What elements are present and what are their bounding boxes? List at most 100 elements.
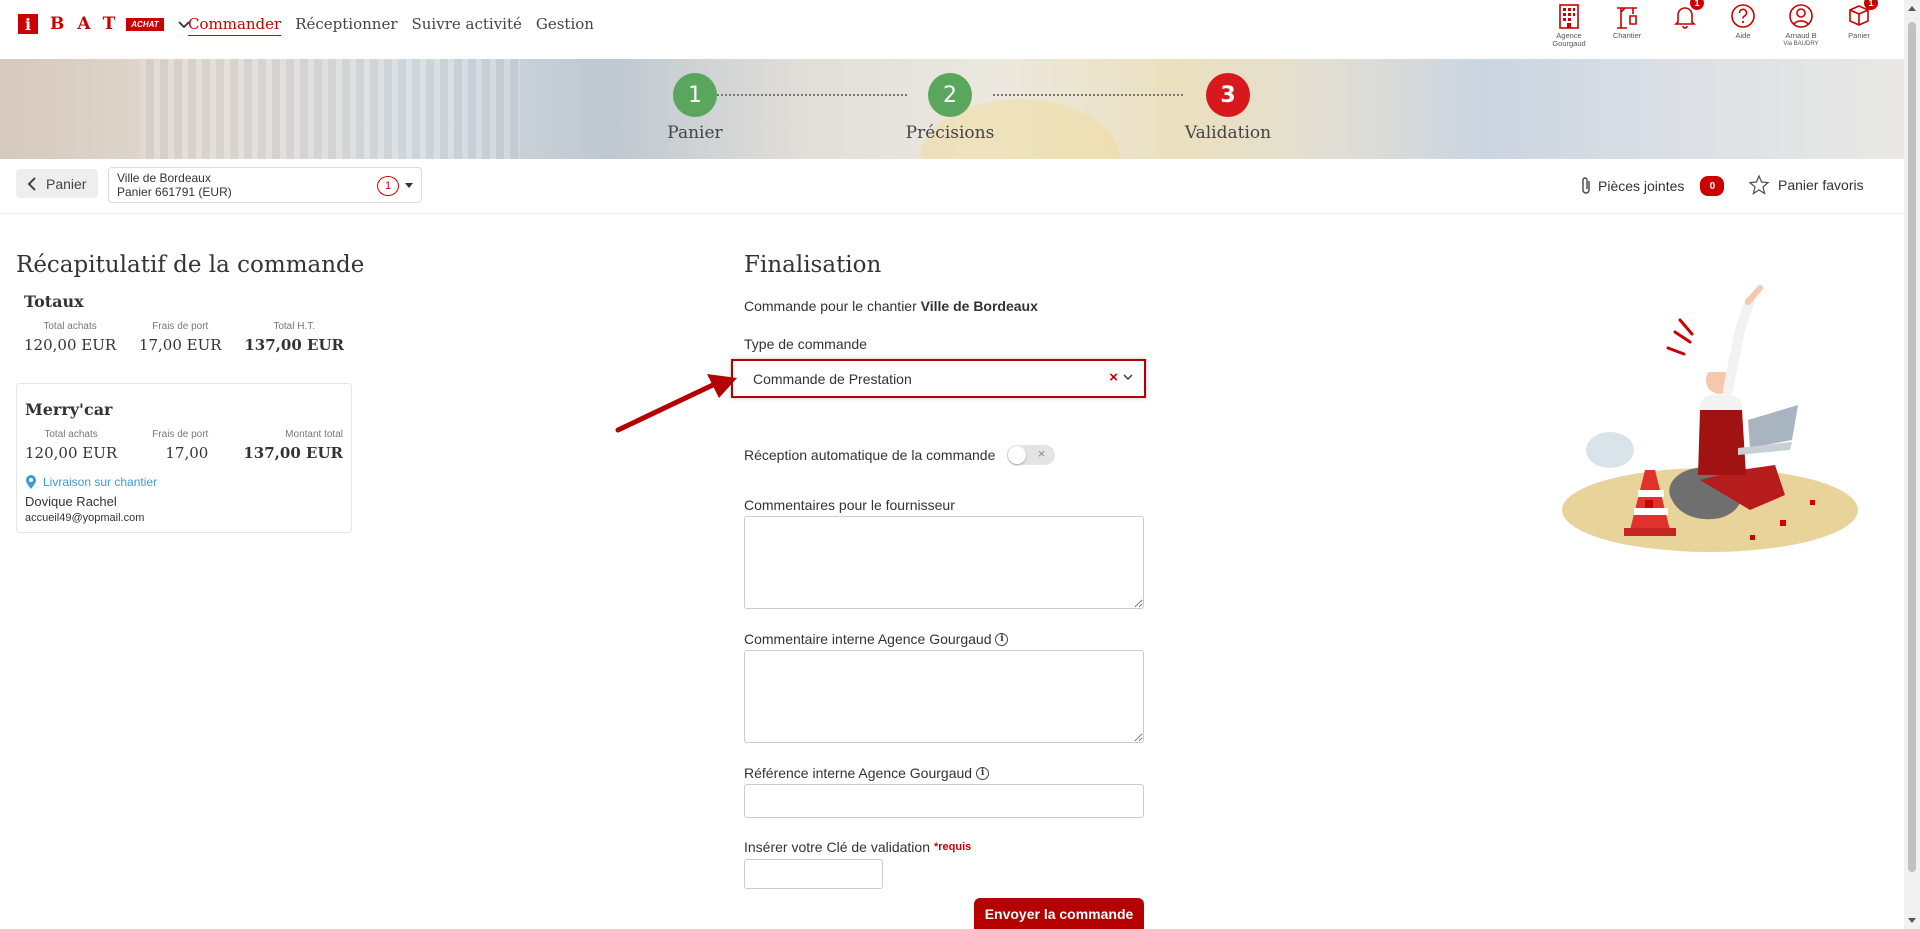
site-line: Commande pour le chantier Ville de Borde… xyxy=(744,298,1144,314)
col-value: 120,00 EUR xyxy=(25,444,118,462)
col-value: 17,00 EUR xyxy=(138,336,222,354)
step-number: 2 xyxy=(928,73,972,117)
step-label: Précisions xyxy=(905,123,995,143)
supplier-comments-textarea[interactable] xyxy=(744,516,1144,609)
user-sublabel: Via BAUDRY xyxy=(1783,41,1819,47)
col-header: Frais de port xyxy=(152,429,209,440)
totals-row: Total achats 120,00 EUR Frais de port 17,0… xyxy=(16,321,352,354)
cart-label: Panier xyxy=(1848,31,1870,40)
main-nav: Commander Réceptionner Suivre activité G… xyxy=(188,15,594,36)
validation-key-input[interactable] xyxy=(744,859,883,889)
supplier-comments-text: Commentaires pour le fournisseur xyxy=(744,497,955,513)
col-value: 120,00 EUR xyxy=(24,336,117,354)
delivery-mode: Livraison sur chantier xyxy=(25,474,351,490)
toggle-off-icon: × xyxy=(1037,446,1046,461)
supplier-name: Merry'car xyxy=(25,400,113,419)
nav-item-commander[interactable]: Commander xyxy=(188,15,282,36)
favorite-cart-button[interactable]: Panier favoris xyxy=(1748,174,1864,196)
order-type-value: Commande de Prestation xyxy=(753,371,912,387)
totals-section: Totaux Total achats 120,00 EUR Frais de p… xyxy=(16,292,352,354)
total-purchases: Total achats 120,00 EUR xyxy=(24,321,116,354)
info-icon[interactable]: i xyxy=(995,632,1009,646)
col-header: Total achats xyxy=(44,429,98,440)
cart-site: Ville de Bordeaux xyxy=(117,171,211,185)
step-connector xyxy=(993,94,1183,96)
scrollbar-thumb[interactable] xyxy=(1908,22,1916,872)
worker-illustration xyxy=(1562,285,1858,552)
internal-comment-text: Commentaire interne Agence Gourgaud xyxy=(744,631,992,647)
finalisation-header: Finalisation Commande pour le chantier V… xyxy=(744,252,1144,314)
supplier-purchases: Total achats 120,00 EUR xyxy=(25,429,117,462)
cart-selector[interactable]: Ville de Bordeaux Panier 661791 (EUR) 1 xyxy=(108,167,422,203)
supplier-shipping: Frais de port 17,00 xyxy=(152,429,208,462)
nav-item-receptionner[interactable]: Réceptionner xyxy=(295,15,397,36)
top-icon-bar: Agence Gourgaud Chantier 1 Aide Arnaud B… xyxy=(1540,0,1888,48)
app-logo[interactable]: i BAT ACHAT xyxy=(18,14,192,34)
attachments-count-badge: 0 xyxy=(1700,176,1725,196)
supplier-totals-row: Total achats 120,00 EUR Frais de port 17,0… xyxy=(17,429,351,462)
auto-reception-label: Réception automatique de la commande xyxy=(744,447,996,463)
logo-badge: ACHAT xyxy=(126,17,164,31)
site-label: Chantier xyxy=(1612,31,1642,40)
cart-badge: 1 xyxy=(1864,0,1878,10)
auto-reception-toggle[interactable]: × xyxy=(1007,445,1056,465)
logo-i-mark: i xyxy=(18,14,38,34)
order-type-label: Type de commande xyxy=(744,336,867,352)
user-menu-button[interactable]: Arnaud B Via BAUDRY xyxy=(1772,0,1830,48)
send-order-button[interactable]: Envoyer la commande xyxy=(974,898,1144,929)
total-ht: Total H.T. 137,00 EUR xyxy=(244,321,344,354)
clear-icon[interactable]: × xyxy=(1109,369,1118,386)
cart-count-badge: 1 xyxy=(377,176,399,196)
internal-comment-label: Commentaire interne Agence Gourgaud i xyxy=(744,631,1009,647)
toggle-knob xyxy=(1008,446,1027,464)
internal-comment-textarea[interactable] xyxy=(744,650,1144,743)
step-validation[interactable]: 3 Validation xyxy=(1173,73,1283,143)
col-header: Total H.T. xyxy=(273,321,316,332)
star-icon xyxy=(1748,174,1770,195)
attachments-button[interactable]: Pièces jointes 0 xyxy=(1580,176,1725,196)
nav-item-gestion[interactable]: Gestion xyxy=(536,15,594,36)
help-icon xyxy=(1731,4,1755,28)
col-value: 137,00 EUR xyxy=(243,444,343,462)
annotation-arrow xyxy=(615,374,737,433)
contact-name: Dovique Rachel xyxy=(25,494,117,509)
help-button[interactable]: Aide xyxy=(1714,0,1772,48)
site-button[interactable]: Chantier xyxy=(1598,0,1656,48)
logo-wordmark: BAT xyxy=(50,14,129,34)
chevron-down-icon[interactable] xyxy=(1122,371,1134,383)
internal-ref-input[interactable] xyxy=(744,784,1144,818)
notification-badge: 1 xyxy=(1690,0,1704,10)
page-scrollbar[interactable] xyxy=(1904,0,1920,929)
total-shipping: Frais de port 17,00 EUR xyxy=(139,321,222,354)
scroll-down-arrow-icon[interactable] xyxy=(1908,918,1916,923)
agency-button[interactable]: Agence Gourgaud xyxy=(1540,0,1598,48)
validation-key-text: Insérer votre Clé de validation xyxy=(744,839,930,855)
agency-label: Agence Gourgaud xyxy=(1552,31,1586,48)
internal-ref-label: Référence interne Agence Gourgaud i xyxy=(744,765,990,781)
help-label: Aide xyxy=(1735,31,1751,40)
step-precisions[interactable]: 2 Précisions xyxy=(895,73,1005,143)
step-number: 3 xyxy=(1206,73,1250,117)
back-to-cart-button[interactable]: Panier xyxy=(16,169,99,198)
paperclip-icon xyxy=(1582,177,1590,194)
col-header: Montant total xyxy=(285,429,343,440)
col-value: 17,00 xyxy=(165,444,209,462)
step-panier[interactable]: 1 Panier xyxy=(640,73,750,143)
site-prefix: Commande pour le chantier xyxy=(744,298,917,314)
order-stepper: 1 Panier 2 Précisions 3 Validation xyxy=(640,73,1280,153)
finalisation-title: Finalisation xyxy=(744,252,882,278)
nav-item-suivre-activite[interactable]: Suivre activité xyxy=(412,15,522,36)
cart-button[interactable]: Panier 1 xyxy=(1830,0,1888,48)
step-label: Validation xyxy=(1184,123,1272,143)
summary-title: Récapitulatif de la commande xyxy=(16,252,365,278)
notifications-button[interactable]: 1 xyxy=(1656,0,1714,48)
scroll-up-arrow-icon[interactable] xyxy=(1908,6,1916,11)
info-icon[interactable]: i xyxy=(976,766,990,780)
internal-ref-text: Référence interne Agence Gourgaud xyxy=(744,765,973,781)
supplier-card: Merry'car Total achats 120,00 EUR Frais d… xyxy=(16,383,352,533)
order-type-select[interactable]: Commande de Prestation × xyxy=(731,359,1146,398)
step-label: Panier xyxy=(667,123,723,143)
location-pin-icon xyxy=(26,475,36,489)
site-name: Ville de Bordeaux xyxy=(920,298,1038,314)
crane-icon xyxy=(1617,7,1637,29)
